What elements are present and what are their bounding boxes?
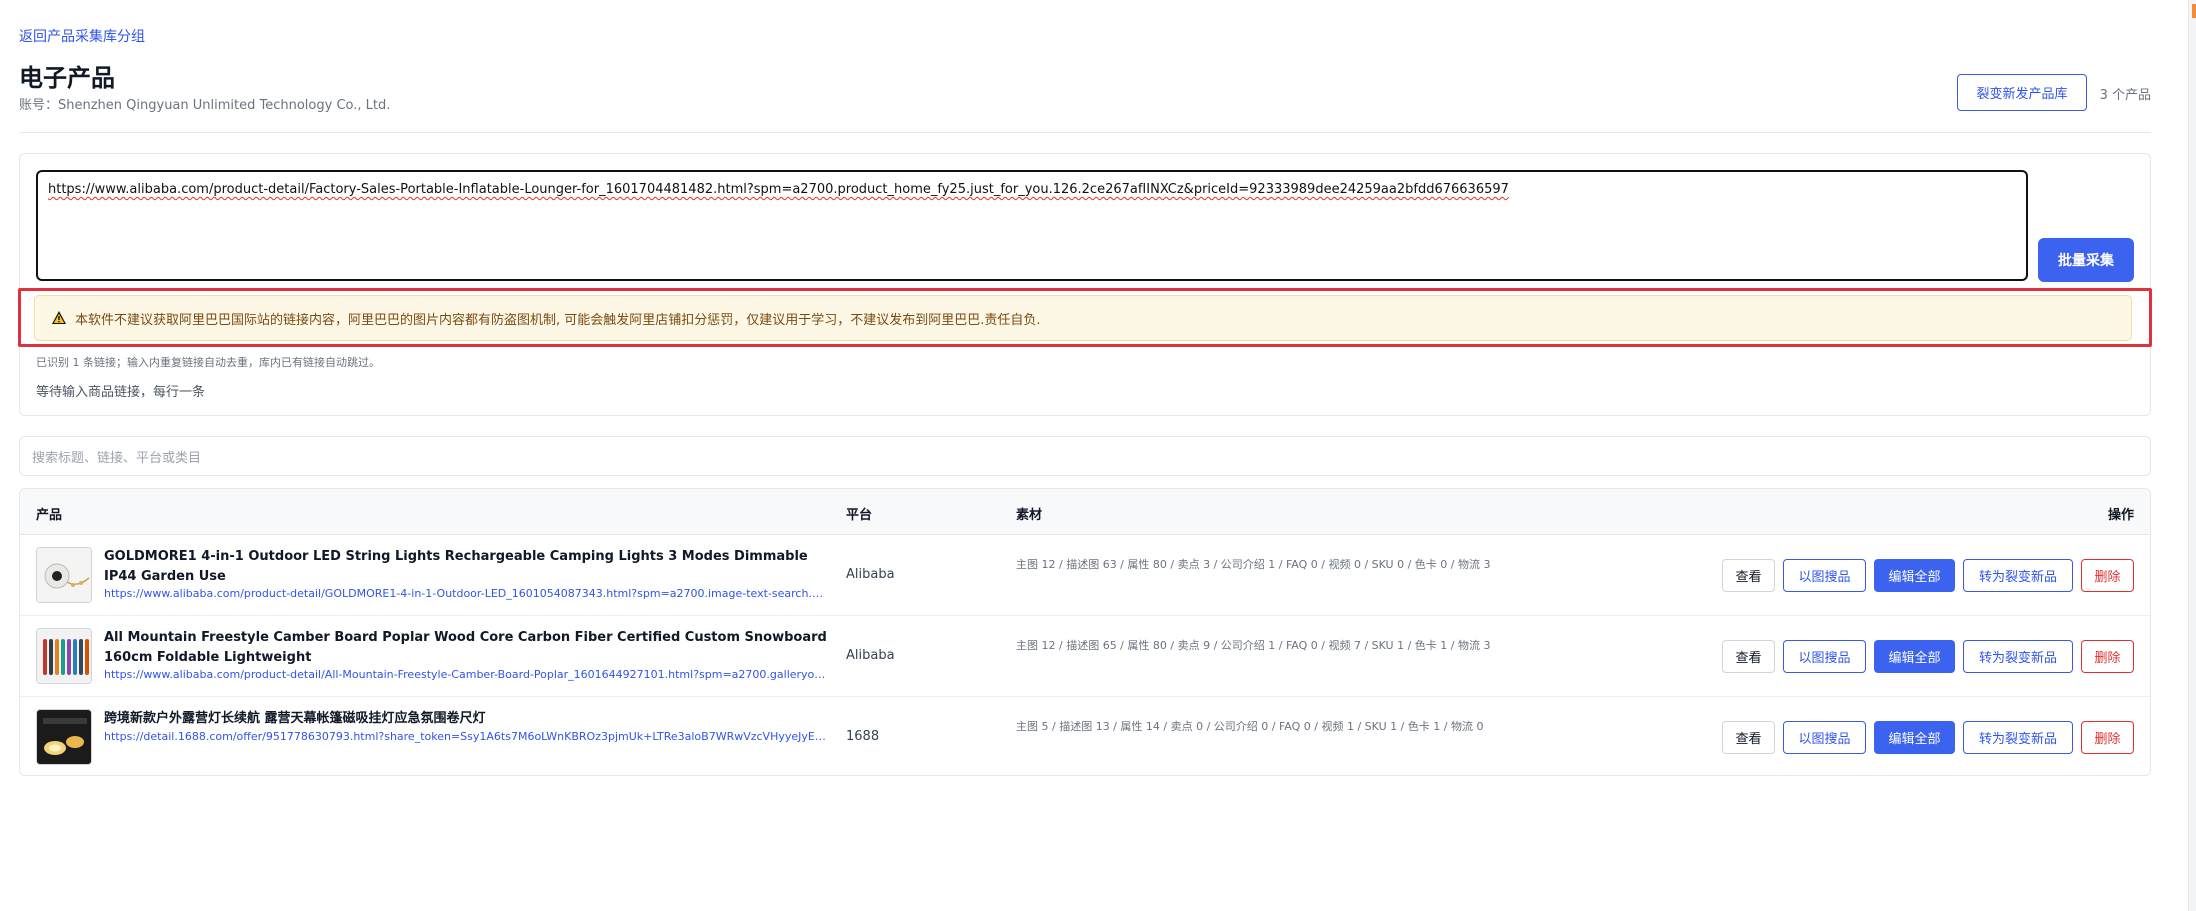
product-platform: Alibaba (846, 567, 895, 582)
product-name: GOLDMORE1 4-in-1 Outdoor LED String Ligh… (104, 549, 808, 584)
product-count: 3 个产品 (2099, 88, 2151, 103)
row-actions: 查看 以图搜品 编辑全部 转为裂变新品 删除 (1722, 559, 2134, 592)
product-material: 主图 12 / 描述图 63 / 属性 80 / 卖点 3 / 公司介绍 1 /… (1016, 558, 1491, 571)
search-input[interactable]: 搜索标题、链接、平台或类目 (19, 436, 2151, 476)
edit-all-button[interactable]: 编辑全部 (1874, 721, 1955, 754)
fission-library-button[interactable]: 裂变新发产品库 (1957, 74, 2087, 111)
row-actions: 查看 以图搜品 编辑全部 转为裂变新品 删除 (1722, 640, 2134, 673)
header-material: 素材 (1016, 508, 1043, 523)
url-input-value: https://www.alibaba.com/product-detail/F… (48, 182, 1509, 197)
waiting-hint: 等待输入商品链接，每行一条 (36, 385, 206, 400)
account-label: 账号：Shenzhen Qingyuan Unlimited Technolog… (19, 98, 391, 113)
to-fission-button[interactable]: 转为裂变新品 (1963, 721, 2073, 754)
table-row: GOLDMORE1 4-in-1 Outdoor LED String Ligh… (20, 535, 2150, 616)
page-title: 电子产品 (19, 64, 115, 92)
header-actions: 操作 (2107, 508, 2134, 523)
search-placeholder: 搜索标题、链接、平台或类目 (32, 450, 202, 466)
product-thumbnail[interactable] (36, 709, 92, 765)
product-name: 跨境新款户外露营灯长续航 露营天幕帐篷磁吸挂灯应急氛围卷尺灯 (104, 711, 486, 726)
scrollbar-marker (2192, 4, 2196, 18)
product-table: 产品 平台 素材 操作 GOLDMORE1 4-in-1 Outdoor LED… (19, 488, 2151, 776)
table-row: All Mountain Freestyle Camber Board Popl… (20, 616, 2150, 697)
collect-card: https://www.alibaba.com/product-detail/F… (18, 153, 2152, 416)
window-scrollbar[interactable] (2188, 0, 2196, 911)
product-thumbnail[interactable] (36, 628, 92, 684)
product-platform: 1688 (846, 729, 880, 744)
to-fission-button[interactable]: 转为裂变新品 (1963, 559, 2073, 592)
edit-all-button[interactable]: 编辑全部 (1874, 559, 1955, 592)
back-to-groups-link[interactable]: 返回产品采集库分组 (19, 26, 145, 46)
delete-button[interactable]: 删除 (2081, 640, 2134, 673)
product-link[interactable]: https://www.alibaba.com/product-detail/G… (104, 587, 829, 600)
header-divider (19, 132, 2151, 133)
view-button[interactable]: 查看 (1722, 559, 1775, 592)
delete-button[interactable]: 删除 (2081, 559, 2134, 592)
image-search-button[interactable]: 以图搜品 (1783, 559, 1866, 592)
table-row: 跨境新款户外露营灯长续航 露营天幕帐篷磁吸挂灯应急氛围卷尺灯 https://d… (20, 697, 2150, 775)
view-button[interactable]: 查看 (1722, 721, 1775, 754)
delete-button[interactable]: 删除 (2081, 721, 2134, 754)
header-product: 产品 (36, 508, 63, 523)
view-button[interactable]: 查看 (1722, 640, 1775, 673)
header-platform: 平台 (846, 508, 873, 523)
product-link[interactable]: https://detail.1688.com/offer/9517786307… (104, 730, 829, 743)
table-header: 产品 平台 素材 操作 (20, 489, 2150, 535)
product-material: 主图 12 / 描述图 65 / 属性 80 / 卖点 9 / 公司介绍 1 /… (1016, 639, 1491, 652)
image-search-button[interactable]: 以图搜品 (1783, 640, 1866, 673)
recognized-hint: 已识别 1 条链接；输入内重复链接自动去重，库内已有链接自动跳过。 (36, 356, 380, 369)
batch-collect-button[interactable]: 批量采集 (2038, 238, 2134, 282)
product-material: 主图 5 / 描述图 13 / 属性 14 / 卖点 0 / 公司介绍 0 / … (1016, 720, 1484, 733)
image-search-button[interactable]: 以图搜品 (1783, 721, 1866, 754)
product-name: All Mountain Freestyle Camber Board Popl… (104, 630, 827, 665)
edit-all-button[interactable]: 编辑全部 (1874, 640, 1955, 673)
page: 返回产品采集库分组 电子产品 账号：Shenzhen Qingyuan Unli… (18, 0, 2152, 911)
to-fission-button[interactable]: 转为裂变新品 (1963, 640, 2073, 673)
url-input[interactable]: https://www.alibaba.com/product-detail/F… (36, 170, 2028, 281)
product-thumbnail[interactable] (36, 547, 92, 603)
product-link[interactable]: https://www.alibaba.com/product-detail/A… (104, 668, 829, 681)
warning-highlight-frame (18, 288, 2152, 347)
row-actions: 查看 以图搜品 编辑全部 转为裂变新品 删除 (1722, 721, 2134, 754)
product-platform: Alibaba (846, 648, 895, 663)
